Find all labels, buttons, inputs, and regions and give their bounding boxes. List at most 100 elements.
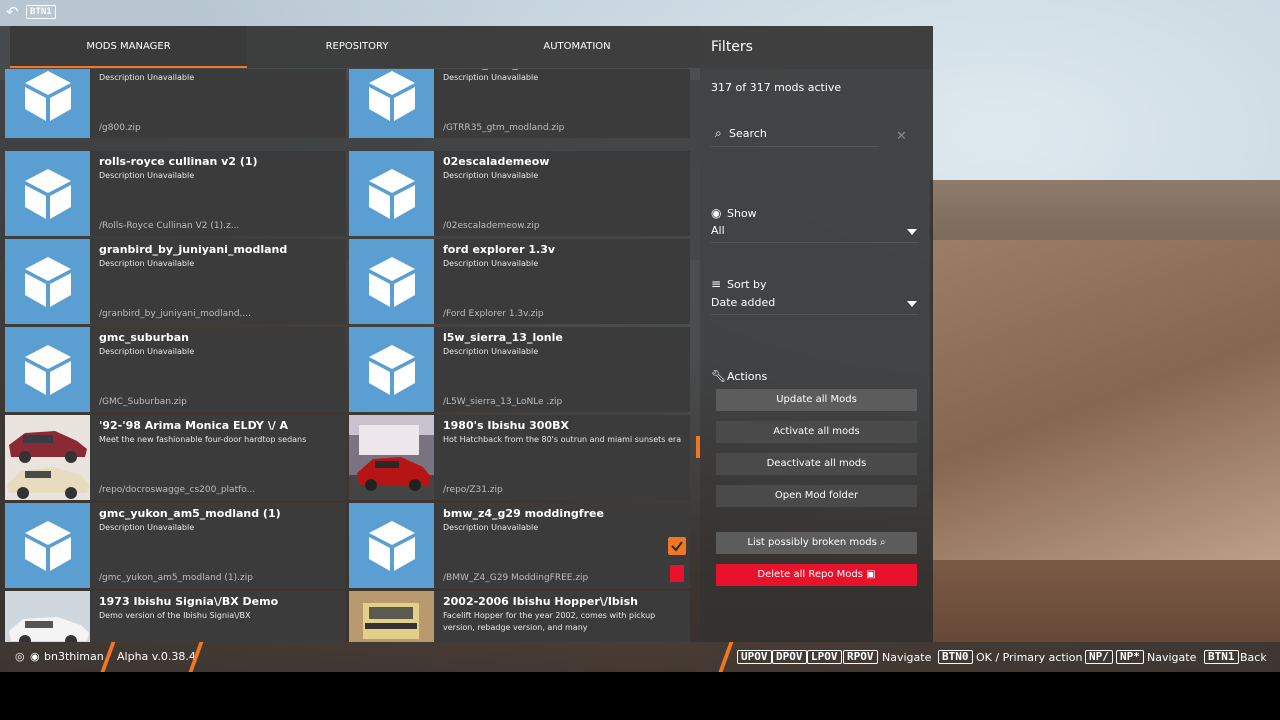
mod-description: Description Unavailable: [99, 347, 195, 356]
tab-mods-manager[interactable]: MODS MANAGER: [10, 26, 247, 68]
mod-thumbnail: [5, 151, 90, 236]
globe-icon: ◎: [15, 650, 25, 663]
key-badge: NP/: [1085, 650, 1113, 664]
mod-card[interactable]: gmc_suburban Description Unavailable /GM…: [5, 327, 346, 412]
chevron-down-icon: [907, 229, 917, 235]
open-mod-folder-button[interactable]: Open Mod folder: [716, 485, 917, 507]
list-broken-mods-button[interactable]: List possibly broken mods ⌕: [716, 532, 917, 554]
key-badge: UPOV: [737, 650, 772, 664]
back-hint[interactable]: Back: [1240, 651, 1267, 664]
mod-description: Hot Hatchback from the 80's outrun and m…: [443, 435, 682, 444]
mod-card[interactable]: ford explorer 1.3v Description Unavailab…: [349, 239, 690, 324]
key-badge: BTN1: [1204, 650, 1239, 664]
tab-repository[interactable]: REPOSITORY: [247, 26, 467, 68]
separator: [718, 642, 734, 672]
mod-thumbnail: [349, 239, 434, 324]
mod-card-selected[interactable]: bmw_z4_g29 moddingfree Description Unava…: [349, 503, 690, 588]
checkmark-icon: [671, 541, 683, 552]
wrench-icon: 🔧︎: [711, 369, 727, 383]
car-photo-thumbnail: [349, 415, 434, 500]
top-bar: ↶ BTN1: [0, 0, 1280, 26]
actions-label: 🔧︎Actions: [711, 369, 768, 383]
car-photo-thumbnail: [5, 591, 90, 642]
sort-icon: ≡: [711, 277, 722, 291]
mod-card[interactable]: rolls-royce cullinan v2 (1) Description …: [5, 151, 346, 236]
mod-path: /02escalademeow.zip: [443, 221, 540, 231]
mod-thumbnail: [349, 151, 434, 236]
mod-card[interactable]: 1980's Ibishu 300BX Hot Hatchback from t…: [349, 415, 690, 500]
mod-path: /repo/docroswagge_cs200_platfo...: [99, 485, 256, 495]
mod-description: Meet the new fashionable four-door hardt…: [99, 435, 307, 444]
mod-title: 02escalademeow: [443, 155, 550, 168]
mod-description: Description Unavailable: [99, 523, 195, 532]
mod-card[interactable]: '92-'98 Arima Monica ELDY \/ A Meet the …: [5, 415, 346, 500]
mod-card[interactable]: g800 Description Unavailable /g800.zip: [5, 69, 346, 138]
active-checkbox[interactable]: [668, 537, 686, 555]
mod-path: /BMW_Z4_G29 ModdingFREE.zip: [443, 573, 589, 583]
mod-card[interactable]: l5w_sierra_13_lonle Description Unavaila…: [349, 327, 690, 412]
navigate-hint: Navigate: [1147, 651, 1197, 664]
car-photo-thumbnail: [349, 591, 434, 642]
mod-path: /repo/Z31.zip: [443, 485, 503, 495]
mod-thumbnail: [5, 69, 90, 138]
mod-title: rolls-royce cullinan v2 (1): [99, 155, 258, 168]
filters-title: Filters: [711, 39, 753, 55]
back-arrow-icon[interactable]: ↶: [6, 4, 19, 20]
show-value: All: [711, 224, 725, 237]
mod-description: Description Unavailable: [443, 73, 539, 82]
sort-dropdown[interactable]: Date added: [711, 296, 919, 315]
ok-hint: OK / Primary action: [976, 651, 1083, 664]
mod-card[interactable]: granbird_by_juniyani_modland Description…: [5, 239, 346, 324]
mod-title: '92-'98 Arima Monica ELDY \/ A: [99, 419, 289, 432]
key-badge: NP*: [1116, 650, 1144, 664]
trash-icon[interactable]: [670, 565, 684, 582]
mods-manager-panel: MODS MANAGER REPOSITORY AUTOMATION g800 …: [0, 26, 700, 642]
mod-title: gmc_yukon_am5_modland (1): [99, 507, 281, 520]
mod-card[interactable]: gmc_yukon_am5_modland (1) Description Un…: [5, 503, 346, 588]
mod-card[interactable]: gtrr35_gtm_modland Description Unavailab…: [349, 69, 690, 138]
mod-list[interactable]: g800 Description Unavailable /g800.zip g…: [0, 69, 700, 642]
back-key-badge: BTN1: [26, 5, 56, 19]
mod-description: Facelift Hopper for the year 2002, comes…: [443, 611, 656, 632]
mod-thumbnail: [349, 503, 434, 588]
search-input[interactable]: ⌕ Search: [711, 124, 879, 147]
mod-title: gtrr35_gtm_modland: [443, 69, 572, 70]
tab-bar: MODS MANAGER REPOSITORY AUTOMATION: [10, 26, 700, 68]
package-icon: [369, 169, 415, 219]
mod-title: granbird_by_juniyani_modland: [99, 243, 288, 256]
package-icon: [25, 345, 71, 395]
package-icon: [369, 257, 415, 307]
mod-path: /GTRR35_gtm_modland.zip: [443, 123, 565, 133]
mod-title: bmw_z4_g29 moddingfree: [443, 507, 604, 520]
mod-path: /GMC_Suburban.zip: [99, 397, 187, 407]
package-icon: [25, 71, 71, 121]
mod-description: Description Unavailable: [99, 73, 195, 82]
package-icon: [25, 169, 71, 219]
bottom-bar: ◎ ◉ bn3thiman Alpha v.0.38.4 UPOV DPOV L…: [0, 642, 1280, 672]
trash-icon: ▣: [866, 569, 876, 580]
show-dropdown[interactable]: All: [711, 224, 919, 243]
tab-automation[interactable]: AUTOMATION: [467, 26, 687, 68]
mod-description: Description Unavailable: [443, 347, 539, 356]
mod-title: 1973 Ibishu Signia\/BX Demo: [99, 595, 279, 608]
close-icon[interactable]: ✕: [896, 129, 907, 144]
filters-header: Filters: [700, 26, 933, 69]
mod-card[interactable]: 02escalademeow Description Unavailable /…: [349, 151, 690, 236]
search-placeholder: Search: [729, 127, 767, 140]
update-all-mods-button[interactable]: Update all Mods: [716, 389, 917, 411]
chevron-down-icon: [907, 301, 917, 307]
deactivate-all-mods-button[interactable]: Deactivate all mods: [716, 453, 917, 475]
key-badge: LPOV: [807, 650, 842, 664]
mod-thumbnail: [5, 239, 90, 324]
mod-description: Description Unavailable: [443, 259, 539, 268]
mod-card[interactable]: 2002-2006 Ibishu Hopper\/Ibish Facelift …: [349, 591, 690, 642]
filters-panel: Filters 317 of 317 mods active ⌕ Search …: [700, 26, 933, 642]
mod-card[interactable]: 1973 Ibishu Signia\/BX Demo Demo version…: [5, 591, 346, 642]
car-photo-thumbnail: [5, 415, 90, 500]
mod-path: /gmc_yukon_am5_modland (1).zip: [99, 573, 253, 583]
mod-thumbnail: [5, 503, 90, 588]
delete-repo-mods-button[interactable]: Delete all Repo Mods ▣: [716, 564, 917, 586]
mod-path: /L5W_sierra_13_LoNLe .zip: [443, 397, 563, 407]
activate-all-mods-button[interactable]: Activate all mods: [716, 421, 917, 443]
package-icon: [369, 345, 415, 395]
